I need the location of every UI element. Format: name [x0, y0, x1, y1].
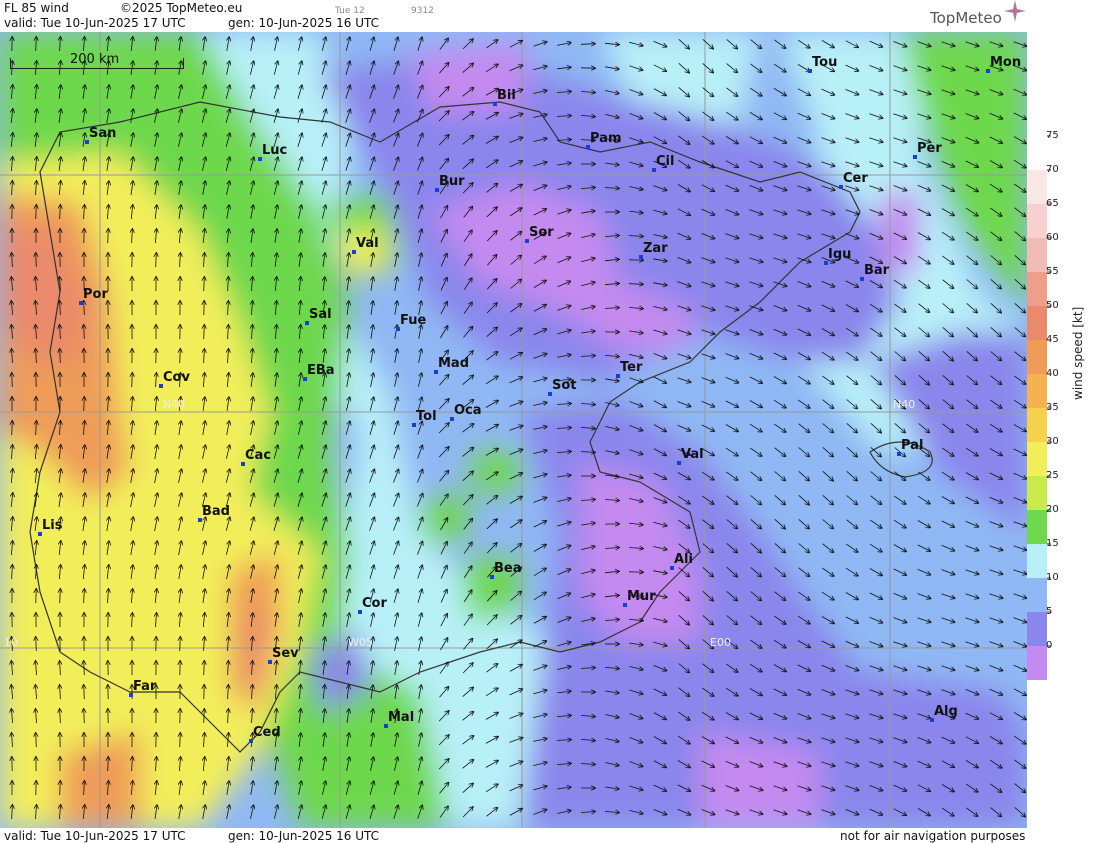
city-marker[interactable]: Mon: [986, 55, 1021, 73]
city-marker[interactable]: Sev: [268, 646, 299, 664]
legend-tick-label: 55: [1046, 266, 1059, 277]
city-marker[interactable]: Bar: [860, 263, 889, 281]
wind-map[interactable]: 200 km N40 N40 W05 E00 10 Tou Mon Bil Pa…: [0, 32, 1027, 828]
city-marker[interactable]: Bil: [493, 88, 516, 106]
product-title: FL 85 wind: [4, 1, 69, 15]
legend-color-band: [1027, 408, 1047, 442]
color-scale: [1027, 135, 1051, 680]
legend-tick-label: 60: [1046, 232, 1059, 243]
legend-color-band: [1027, 442, 1047, 476]
legend-tick-label: 20: [1046, 504, 1059, 515]
grid-label-n40-west: N40: [163, 398, 186, 411]
footer-valid-time: valid: Tue 10-Jun-2025 17 UTC: [4, 829, 186, 843]
run-code: 9312: [411, 6, 434, 16]
legend-color-band: [1027, 476, 1047, 510]
city-marker[interactable]: Igu: [824, 247, 851, 265]
legend-color-band: [1027, 204, 1047, 238]
city-marker[interactable]: Mad: [434, 356, 469, 374]
city-marker[interactable]: Zar: [639, 241, 668, 259]
city-marker[interactable]: Sal: [305, 307, 332, 325]
valid-time: valid: Tue 10-Jun-2025 17 UTC: [4, 16, 186, 30]
city-marker[interactable]: Far: [129, 679, 156, 697]
legend-color-band: [1027, 272, 1047, 306]
legend-tick-label: 25: [1046, 470, 1059, 481]
legend-tick-label: 30: [1046, 436, 1059, 447]
city-marker[interactable]: Cer: [839, 171, 868, 189]
city-marker[interactable]: Oca: [450, 403, 482, 421]
legend-tick-label: 40: [1046, 368, 1059, 379]
scale-bar-label: 200 km: [70, 52, 120, 67]
legend-color-band: [1027, 136, 1047, 170]
footer-bar: valid: Tue 10-Jun-2025 17 UTC gen: 10-Ju…: [0, 828, 1027, 843]
city-marker[interactable]: Fue: [396, 313, 426, 331]
city-marker[interactable]: Ali: [670, 552, 693, 570]
legend-color-band: [1027, 374, 1047, 408]
city-marker[interactable]: Pal: [897, 438, 923, 456]
city-marker[interactable]: Sot: [548, 378, 577, 396]
legend-color-band: [1027, 510, 1047, 544]
legend-color-band: [1027, 340, 1047, 374]
legend-panel: [1027, 0, 1117, 843]
city-marker[interactable]: Mal: [384, 710, 414, 728]
legend-color-band: [1027, 612, 1047, 646]
grid-label-w05: W05: [348, 636, 373, 649]
legend-tick-label: 70: [1046, 164, 1059, 175]
brand-logo-text: TopMeteo: [930, 9, 1002, 27]
city-marker[interactable]: Mur: [623, 589, 656, 607]
grid-label-w10: 10: [4, 636, 18, 649]
compass-logo-icon: [1004, 0, 1026, 22]
city-marker[interactable]: Bad: [198, 504, 230, 522]
city-marker[interactable]: Cil: [652, 154, 674, 172]
legend-tick-label: 50: [1046, 300, 1059, 311]
city-marker[interactable]: Lis: [38, 518, 62, 536]
city-marker[interactable]: San: [85, 126, 116, 144]
city-marker[interactable]: Per: [913, 141, 942, 159]
city-marker[interactable]: Tol: [412, 409, 437, 427]
legend-title: wind speed [kt]: [1071, 306, 1085, 400]
city-marker[interactable]: Sor: [525, 225, 554, 243]
legend-tick-label: 10: [1046, 572, 1059, 583]
grid-label-e00: E00: [710, 636, 731, 649]
city-marker[interactable]: Cor: [358, 596, 387, 614]
disclaimer-text: not for air navigation purposes: [840, 829, 1026, 843]
legend-tick-label: 35: [1046, 402, 1059, 413]
city-marker[interactable]: Ced: [249, 725, 281, 743]
city-marker[interactable]: Val: [677, 447, 704, 465]
city-marker[interactable]: Pam: [586, 131, 622, 149]
legend-tick-label: 45: [1046, 334, 1059, 345]
legend-color-band: [1027, 170, 1047, 204]
wind-field-svg: [0, 32, 1027, 828]
city-marker[interactable]: Alg: [930, 704, 958, 722]
legend-color-band: [1027, 544, 1047, 578]
city-marker[interactable]: Bea: [490, 561, 522, 579]
city-marker[interactable]: Bur: [435, 174, 465, 192]
header-bar: FL 85 wind ©2025 TopMeteo.eu Tue 12 9312…: [0, 0, 1027, 32]
city-marker[interactable]: Val: [352, 236, 379, 254]
copyright-text: ©2025 TopMeteo.eu: [120, 1, 243, 15]
legend-color-band: [1027, 578, 1047, 612]
legend-color-band: [1027, 306, 1047, 340]
city-marker[interactable]: Cov: [159, 370, 190, 388]
legend-tick-label: 0: [1046, 640, 1053, 651]
legend-color-band: [1027, 238, 1047, 272]
footer-generated-time: gen: 10-Jun-2025 16 UTC: [228, 829, 380, 843]
legend-color-band: [1027, 646, 1047, 680]
legend-tick-label: 65: [1046, 198, 1059, 209]
city-marker[interactable]: Ter: [616, 360, 642, 378]
generated-time: gen: 10-Jun-2025 16 UTC: [228, 16, 380, 30]
grid-label-n40-east: N40: [893, 398, 916, 411]
city-marker[interactable]: Tou: [808, 55, 837, 73]
legend-tick-label: 5: [1046, 606, 1053, 617]
city-marker[interactable]: EBa: [303, 363, 335, 381]
legend-tick-label: 75: [1046, 130, 1059, 141]
city-marker[interactable]: Por: [79, 287, 108, 305]
legend-tick-label: 15: [1046, 538, 1059, 549]
city-marker[interactable]: Luc: [258, 143, 287, 161]
city-marker[interactable]: Cac: [241, 448, 271, 466]
